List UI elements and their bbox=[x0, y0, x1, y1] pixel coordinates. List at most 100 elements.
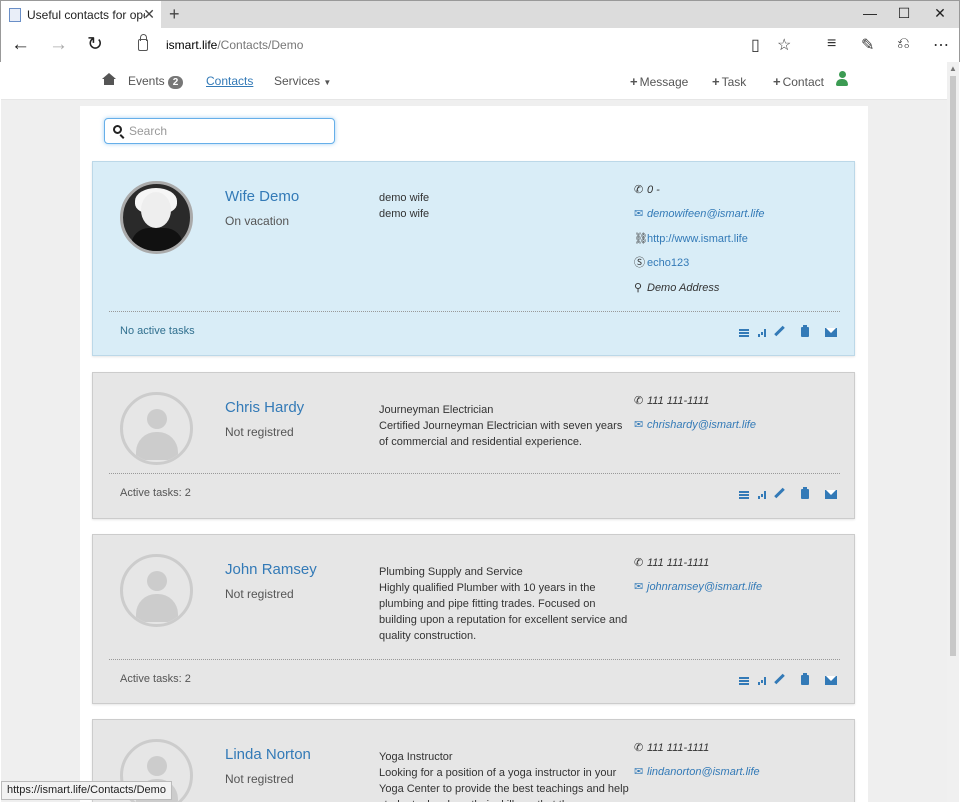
card-divider bbox=[109, 659, 840, 660]
contact-status: Not registred bbox=[225, 772, 294, 786]
forward-icon[interactable]: → bbox=[49, 34, 68, 56]
web-note-icon[interactable]: ✎ bbox=[861, 35, 874, 55]
clipboard-icon[interactable] bbox=[798, 325, 812, 339]
contact-title: Plumbing Supply and Service bbox=[379, 566, 523, 578]
email-link[interactable]: demowifeen@ismart.life bbox=[647, 206, 765, 222]
contact-description: Journeyman Electrician Certified Journey… bbox=[379, 402, 629, 450]
email-link[interactable]: johnramsey@ismart.life bbox=[647, 579, 762, 595]
card-divider bbox=[109, 473, 840, 474]
new-message-button[interactable]: + Message bbox=[630, 74, 688, 89]
contact-name[interactable]: John Ramsey bbox=[225, 561, 317, 578]
scrollbar-thumb[interactable] bbox=[950, 76, 956, 656]
contact-name[interactable]: Linda Norton bbox=[225, 746, 311, 763]
tab-bar: Useful contacts for oper ✕ + — ☐ ✕ bbox=[1, 1, 959, 28]
contact-name[interactable]: Chris Hardy bbox=[225, 399, 304, 416]
mail-icon[interactable] bbox=[824, 487, 838, 501]
nav-contacts[interactable]: Contacts bbox=[206, 74, 253, 88]
mail-icon[interactable] bbox=[824, 325, 838, 339]
lock-icon bbox=[138, 34, 148, 51]
contact-description: Yoga Instructor Looking for a position o… bbox=[379, 749, 629, 802]
contact-title: Journeyman Electrician bbox=[379, 404, 494, 416]
edit-icon[interactable] bbox=[772, 673, 786, 687]
contact-description-text: Looking for a position of a yoga instruc… bbox=[379, 767, 629, 802]
refresh-icon[interactable]: ↻ bbox=[87, 33, 103, 56]
contact-card[interactable]: John Ramsey Not registred Plumbing Suppl… bbox=[92, 534, 855, 704]
phone-row: ✆ 111 111-1111 bbox=[634, 393, 844, 417]
avatar-photo-face bbox=[141, 192, 171, 228]
address-value: Demo Address bbox=[647, 281, 720, 294]
contact-card[interactable]: Wife Demo On vacation demo wife demo wif… bbox=[92, 161, 855, 356]
email-row: ✉ chrishardy@ismart.life bbox=[634, 417, 844, 441]
list-icon[interactable] bbox=[738, 487, 752, 501]
list-icon[interactable] bbox=[738, 673, 752, 687]
email-row: ✉ johnramsey@ismart.life bbox=[634, 579, 844, 603]
skype-link[interactable]: echo123 bbox=[647, 255, 689, 271]
contact-card[interactable]: Linda Norton Not registred Yoga Instruct… bbox=[92, 719, 855, 802]
user-icon[interactable] bbox=[836, 71, 848, 89]
clipboard-icon[interactable] bbox=[798, 487, 812, 501]
phone-icon: ✆ bbox=[634, 184, 644, 196]
card-divider bbox=[109, 311, 840, 312]
hub-icon[interactable]: ≡ bbox=[827, 35, 836, 53]
nav-services[interactable]: Services ▼ bbox=[274, 74, 331, 88]
clipboard-icon[interactable] bbox=[798, 673, 812, 687]
contact-details: ✆ 0 - ✉ demowifeen@ismart.life ⛓ http://www… bbox=[634, 182, 844, 304]
email-link[interactable]: lindanorton@ismart.life bbox=[647, 764, 760, 780]
new-tab-button[interactable]: + bbox=[169, 4, 180, 25]
home-icon[interactable] bbox=[102, 73, 116, 85]
reading-view-icon[interactable]: ▯ bbox=[751, 35, 760, 55]
back-icon[interactable]: ← bbox=[11, 34, 30, 56]
contact-card[interactable]: Chris Hardy Not registred Journeyman Ele… bbox=[92, 372, 855, 519]
edit-icon[interactable] bbox=[772, 487, 786, 501]
email-row: ✉ lindanorton@ismart.life bbox=[634, 764, 844, 788]
contact-details: ✆ 111 111-1111 ✉ chrishardy@ismart.life bbox=[634, 393, 844, 442]
contact-title: Yoga Instructor bbox=[379, 751, 453, 763]
email-link[interactable]: chrishardy@ismart.life bbox=[647, 417, 756, 433]
url-field[interactable]: ismart.life/Contacts/Demo bbox=[166, 38, 303, 52]
card-actions bbox=[738, 325, 841, 339]
avatar-head bbox=[147, 409, 167, 429]
tasks-status[interactable]: Active tasks: 2 bbox=[120, 673, 191, 685]
nav-events-label: Events bbox=[128, 74, 165, 88]
website-row: ⛓ http://www.ismart.life bbox=[634, 231, 844, 255]
contact-name[interactable]: Wife Demo bbox=[225, 188, 299, 205]
list-icon[interactable] bbox=[738, 325, 752, 339]
maximize-icon[interactable]: ☐ bbox=[889, 5, 919, 22]
vertical-scrollbar[interactable]: ▲ bbox=[947, 62, 959, 802]
contact-status: Not registred bbox=[225, 425, 294, 439]
tasks-status[interactable]: Active tasks: 2 bbox=[120, 487, 191, 499]
minimize-icon[interactable]: — bbox=[855, 5, 885, 21]
stats-icon[interactable] bbox=[755, 487, 769, 501]
tab-title: Useful contacts for oper bbox=[27, 7, 145, 22]
stats-icon[interactable] bbox=[755, 325, 769, 339]
edit-icon[interactable] bbox=[772, 325, 786, 339]
status-bar-url: https://ismart.life/Contacts/Demo bbox=[1, 781, 172, 800]
search-input[interactable] bbox=[129, 123, 329, 139]
url-host: ismart.life bbox=[166, 38, 218, 52]
envelope-icon: ✉ bbox=[634, 581, 644, 594]
close-window-icon[interactable]: ✕ bbox=[925, 5, 955, 22]
favorite-star-icon[interactable]: ☆ bbox=[777, 35, 791, 55]
page-viewport: Events 2 Contacts Services ▼ + Message + Ta… bbox=[1, 62, 947, 802]
phone-icon: ✆ bbox=[634, 742, 644, 754]
website-link[interactable]: http://www.ismart.life bbox=[647, 231, 748, 247]
scroll-up-icon[interactable]: ▲ bbox=[949, 64, 957, 73]
more-icon[interactable]: ⋯ bbox=[933, 35, 949, 55]
contact-details: ✆ 111 111-1111 ✉ johnramsey@ismart.life bbox=[634, 555, 844, 604]
nav-events[interactable]: Events 2 bbox=[128, 74, 184, 89]
phone-row: ✆ 0 - bbox=[634, 182, 844, 206]
stats-icon[interactable] bbox=[755, 673, 769, 687]
events-count-badge: 2 bbox=[167, 76, 184, 89]
card-actions bbox=[738, 487, 841, 501]
envelope-icon: ✉ bbox=[634, 419, 644, 432]
new-task-button[interactable]: + Task bbox=[712, 74, 746, 89]
share-icon[interactable]: ⎌ bbox=[897, 35, 910, 53]
url-path: /Contacts/Demo bbox=[217, 38, 304, 52]
contact-avatar-placeholder bbox=[120, 554, 193, 627]
close-tab-icon[interactable]: ✕ bbox=[143, 6, 155, 23]
message-label: Message bbox=[639, 75, 689, 89]
browser-tab[interactable]: Useful contacts for oper ✕ bbox=[1, 1, 161, 28]
plus-icon: + bbox=[773, 74, 781, 89]
mail-icon[interactable] bbox=[824, 673, 838, 687]
new-contact-button[interactable]: + Contact bbox=[773, 74, 824, 89]
